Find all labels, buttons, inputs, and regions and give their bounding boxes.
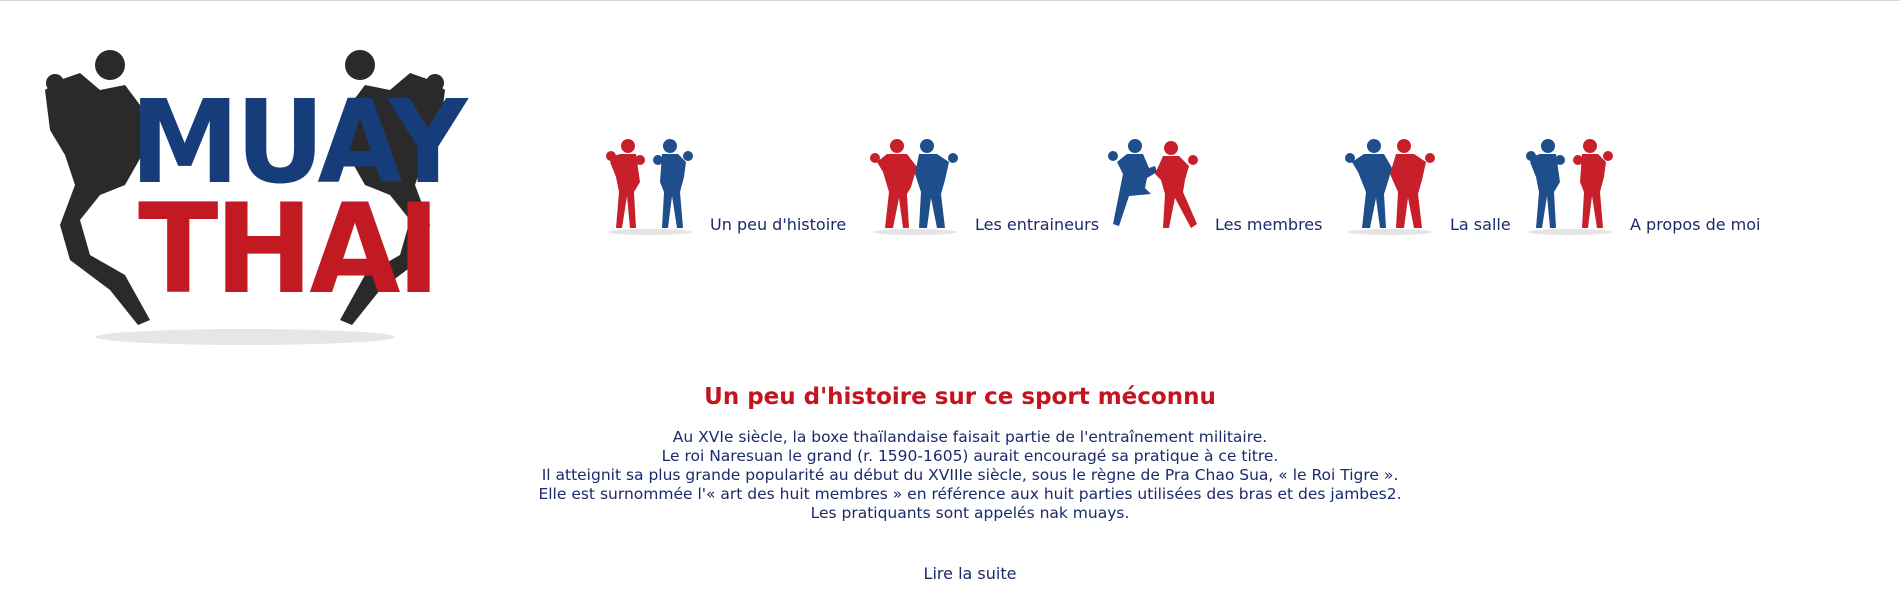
muay-thai-logo[interactable]: MUAY THAI — [30, 45, 468, 355]
nav-label: Les entraineurs — [975, 215, 1100, 234]
history-paragraph: Au XVIe siècle, la boxe thaïlandaise fai… — [470, 428, 1470, 523]
boxers-clinch-2-icon — [1340, 132, 1440, 236]
paragraph-line: Il atteignit sa plus grande popularité a… — [541, 466, 1399, 484]
paragraph-line: Elle est surnommée l'« art des huit memb… — [538, 485, 1402, 503]
boxers-kick-icon — [1105, 132, 1205, 236]
paragraph-line: Les pratiquants sont appelés nak muays. — [810, 504, 1130, 522]
paragraph-line: Au XVIe siècle, la boxe thaïlandaise fai… — [672, 428, 1268, 446]
boxers-red-blue-icon — [600, 132, 700, 236]
boxers-blue-red-icon — [1520, 132, 1620, 236]
top-border — [0, 0, 1900, 1]
section-title: Un peu d'histoire sur ce sport méconnu — [704, 384, 1216, 410]
nav-label: La salle — [1450, 215, 1511, 234]
nav-label: Un peu d'histoire — [710, 215, 847, 234]
paragraph-line: Le roi Naresuan le grand (r. 1590-1605) … — [661, 447, 1279, 465]
nav-label: A propos de moi — [1630, 215, 1761, 234]
nav-item-entraineurs[interactable]: Les entraineurs — [865, 132, 1099, 242]
logo-word-thai: THAI — [138, 176, 440, 322]
nav-item-apropos[interactable]: A propos de moi — [1520, 132, 1785, 242]
read-more-link[interactable]: Lire la suite — [920, 564, 1020, 583]
nav-item-salle[interactable]: La salle — [1340, 132, 1525, 242]
boxers-clinch-icon — [865, 132, 965, 236]
nav-item-histoire[interactable]: Un peu d'histoire — [600, 132, 850, 242]
nav-label: Les membres — [1215, 215, 1323, 234]
nav-item-membres[interactable]: Les membres — [1105, 132, 1330, 242]
